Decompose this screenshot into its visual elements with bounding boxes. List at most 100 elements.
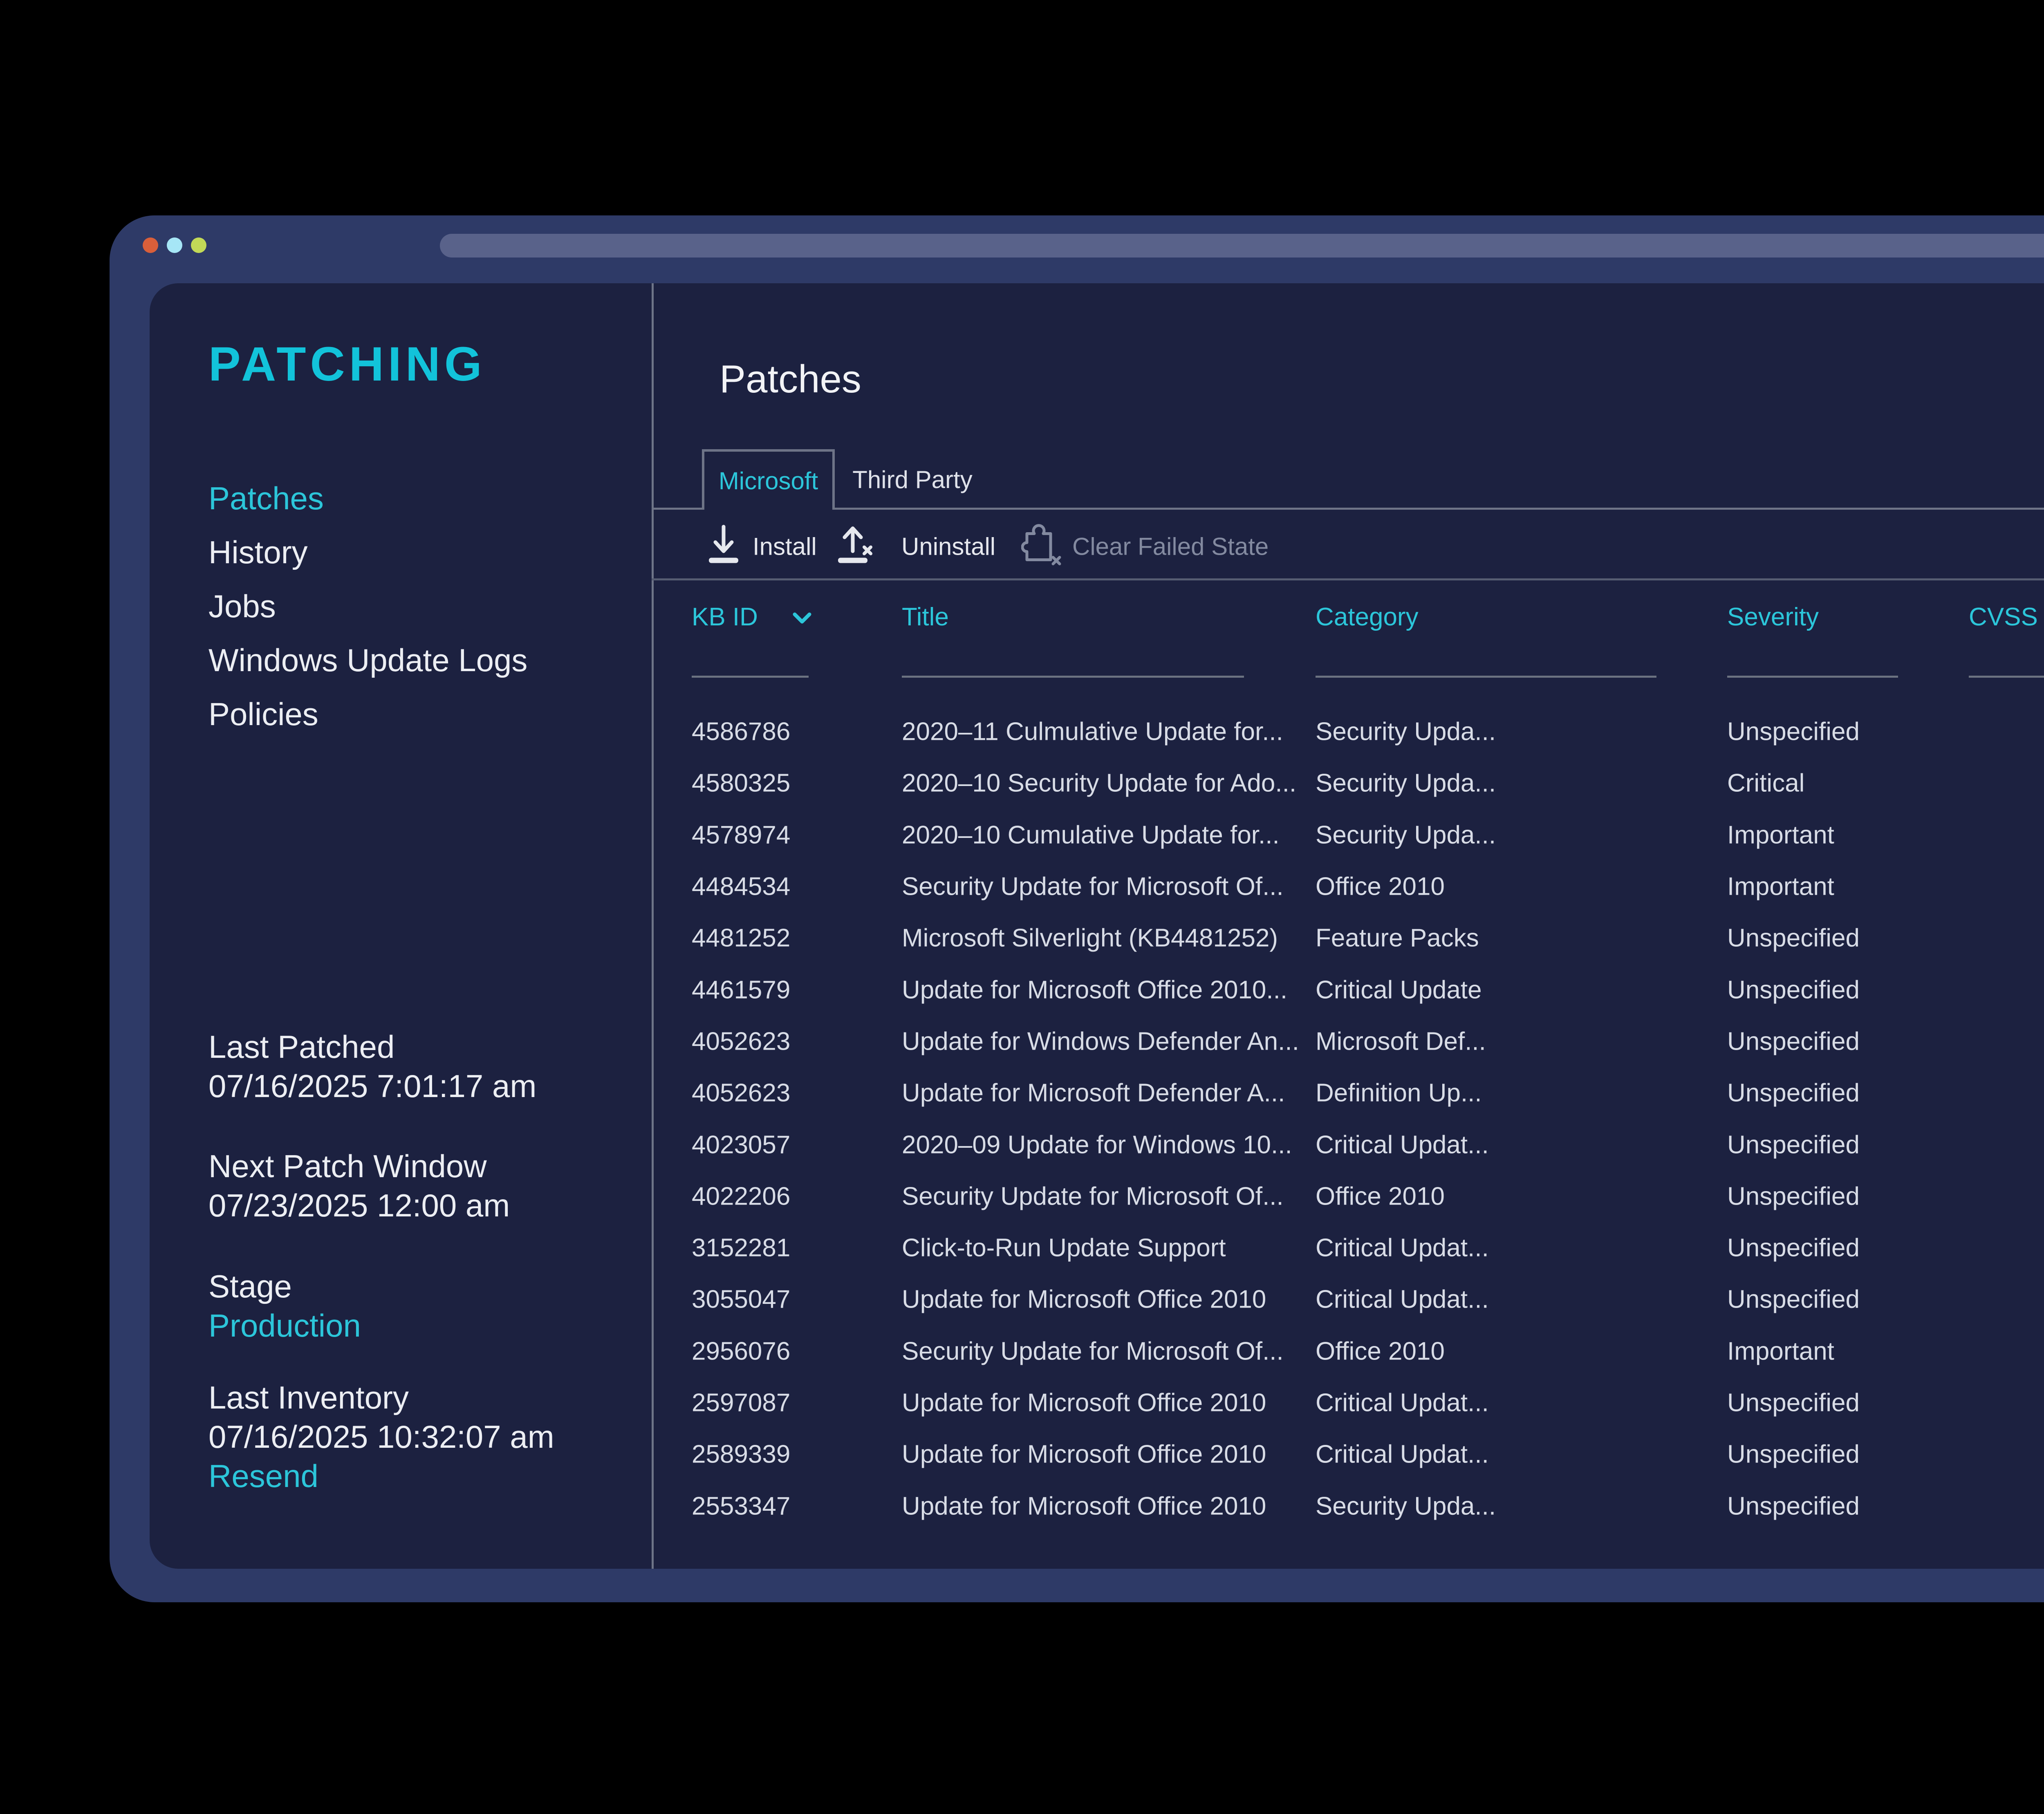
cell-severity: Unspecified <box>1727 1182 1860 1211</box>
cell-title: Click-to-Run Update Support <box>902 1234 1226 1263</box>
sidebar-nav: PatchesHistoryJobsWindows Update LogsPol… <box>208 471 527 741</box>
cell-title: 2020–10 Security Update for Ado... <box>902 769 1296 798</box>
sidebar-item-history[interactable]: History <box>208 525 527 579</box>
cell-kb-id: 4586786 <box>692 717 790 746</box>
column-header-kb-id[interactable]: KB ID <box>692 602 758 632</box>
table-row[interactable]: 2589339 Update for Microsoft Office 2010… <box>150 1429 2044 1480</box>
table-row[interactable]: 4484534 Security Update for Microsoft Of… <box>150 861 2044 912</box>
cell-severity: Unspecified <box>1727 1440 1860 1469</box>
cell-category: Security Upda... <box>1316 769 1496 798</box>
cell-kb-id: 2589339 <box>692 1440 790 1469</box>
cell-title: Security Update for Microsoft Of... <box>902 1182 1284 1211</box>
cell-title: Update for Windows Defender An... <box>902 1027 1299 1056</box>
address-bar[interactable] <box>440 234 2044 258</box>
cell-kb-id: 4578974 <box>692 820 790 849</box>
traffic-light-close-icon[interactable] <box>143 237 158 253</box>
cell-kb-id: 4052623 <box>692 1027 790 1056</box>
cell-title: Update for Microsoft Office 2010 <box>902 1388 1266 1418</box>
cell-category: Security Upda... <box>1316 820 1496 849</box>
cell-category: Critical Updat... <box>1316 1388 1489 1418</box>
table-row[interactable]: 4023057 2020–09 Update for Windows 10...… <box>150 1119 2044 1170</box>
cell-title: 2020–10 Cumulative Update for... <box>902 820 1280 849</box>
cell-category: Critical Updat... <box>1316 1130 1489 1159</box>
install-button[interactable]: Install <box>753 533 817 561</box>
cell-severity: Important <box>1727 1337 1834 1366</box>
sort-chevron-down-icon[interactable] <box>791 610 814 629</box>
app-logo: PATCHING <box>208 336 486 392</box>
tab-third-party[interactable]: Third Party <box>835 449 990 510</box>
app-window: PATCHING PatchesHistoryJobsWindows Updat… <box>110 215 2044 1602</box>
table-row[interactable]: 4022206 Security Update for Microsoft Of… <box>150 1171 2044 1222</box>
column-header-category[interactable]: Category <box>1316 602 1419 632</box>
cell-severity: Unspecified <box>1727 1388 1860 1418</box>
cell-kb-id: 4023057 <box>692 1130 790 1159</box>
column-header-title[interactable]: Title <box>902 602 949 632</box>
traffic-light-maximize-icon[interactable] <box>191 237 206 253</box>
uninstall-button[interactable]: Uninstall <box>901 533 995 561</box>
content-panel: PATCHING PatchesHistoryJobsWindows Updat… <box>150 283 2044 1569</box>
cell-category: Critical Updat... <box>1316 1234 1489 1263</box>
cell-title: Security Update for Microsoft Of... <box>902 1337 1284 1366</box>
table-row[interactable]: 4580325 2020–10 Security Update for Ado.… <box>150 757 2044 809</box>
install-icon[interactable] <box>704 524 743 569</box>
table-row[interactable]: 4578974 2020–10 Cumulative Update for...… <box>150 809 2044 861</box>
header-underline <box>1969 676 2044 678</box>
cell-title: 2020–09 Update for Windows 10... <box>902 1130 1292 1159</box>
column-header-cvss-score[interactable]: CVSS Score <box>1969 602 2044 632</box>
cell-severity: Unspecified <box>1727 1234 1860 1263</box>
cell-kb-id: 4481252 <box>692 924 790 953</box>
patch-table-body: 4586786 2020–11 Culmulative Update for..… <box>150 706 2044 1532</box>
cell-title: Update for Microsoft Office 2010 <box>902 1285 1266 1314</box>
cell-category: Office 2010 <box>1316 1182 1445 1211</box>
table-row[interactable]: 4052623 Update for Windows Defender An..… <box>150 1016 2044 1067</box>
cell-category: Critical Updat... <box>1316 1285 1489 1314</box>
cell-title: Update for Microsoft Office 2010 <box>902 1440 1266 1469</box>
uninstall-icon[interactable] <box>835 524 880 569</box>
table-row[interactable]: 2553347 Update for Microsoft Office 2010… <box>150 1480 2044 1532</box>
table-row[interactable]: 4052623 Update for Microsoft Defender A.… <box>150 1067 2044 1119</box>
column-header-severity[interactable]: Severity <box>1727 602 1819 632</box>
table-row[interactable]: 3055047 Update for Microsoft Office 2010… <box>150 1274 2044 1325</box>
tab-strip-line <box>654 508 702 510</box>
cell-severity: Unspecified <box>1727 1079 1860 1108</box>
cell-severity: Important <box>1727 820 1834 849</box>
table-row[interactable]: 4461579 Update for Microsoft Office 2010… <box>150 964 2044 1015</box>
table-row[interactable]: 2956076 Security Update for Microsoft Of… <box>150 1326 2044 1377</box>
table-row[interactable]: 2597087 Update for Microsoft Office 2010… <box>150 1377 2044 1429</box>
cell-kb-id: 4022206 <box>692 1182 790 1211</box>
clear-failed-state-icon[interactable] <box>1021 522 1065 572</box>
cell-severity: Unspecified <box>1727 1027 1860 1056</box>
cell-severity: Unspecified <box>1727 975 1860 1004</box>
header-underline <box>692 676 809 678</box>
cell-kb-id: 2597087 <box>692 1388 790 1418</box>
cell-severity: Critical <box>1727 769 1804 798</box>
cell-title: Security Update for Microsoft Of... <box>902 872 1284 901</box>
cell-severity: Unspecified <box>1727 1285 1860 1314</box>
screen: PATCHING PatchesHistoryJobsWindows Updat… <box>0 0 2044 1814</box>
tab-strip-line <box>835 508 2044 510</box>
cell-title: Microsoft Silverlight (KB4481252) <box>902 924 1278 953</box>
table-row[interactable]: 4481252 Microsoft Silverlight (KB4481252… <box>150 912 2044 964</box>
traffic-light-minimize-icon[interactable] <box>167 237 182 253</box>
cell-category: Office 2010 <box>1316 1337 1445 1366</box>
tab-microsoft[interactable]: Microsoft <box>702 449 835 510</box>
cell-kb-id: 4461579 <box>692 975 790 1004</box>
cell-category: Office 2010 <box>1316 872 1445 901</box>
cell-category: Security Upda... <box>1316 717 1496 746</box>
cell-severity: Unspecified <box>1727 924 1860 953</box>
sidebar-item-jobs[interactable]: Jobs <box>208 579 527 633</box>
cell-title: Update for Microsoft Office 2010 <box>902 1492 1266 1521</box>
cell-kb-id: 4052623 <box>692 1079 790 1108</box>
sidebar-item-windows-update-logs[interactable]: Windows Update Logs <box>208 633 527 687</box>
cell-kb-id: 3152281 <box>692 1234 790 1263</box>
toolbar-divider <box>652 578 2044 580</box>
clear-failed-state-button[interactable]: Clear Failed State <box>1072 533 1269 561</box>
cell-kb-id: 2956076 <box>692 1337 790 1366</box>
header-underline <box>1727 676 1898 678</box>
header-underline <box>902 676 1244 678</box>
cell-severity: Important <box>1727 872 1834 901</box>
table-row[interactable]: 3152281 Click-to-Run Update Support Crit… <box>150 1222 2044 1274</box>
sidebar-item-patches[interactable]: Patches <box>208 471 527 525</box>
table-row[interactable]: 4586786 2020–11 Culmulative Update for..… <box>150 706 2044 757</box>
cell-kb-id: 4484534 <box>692 872 790 901</box>
